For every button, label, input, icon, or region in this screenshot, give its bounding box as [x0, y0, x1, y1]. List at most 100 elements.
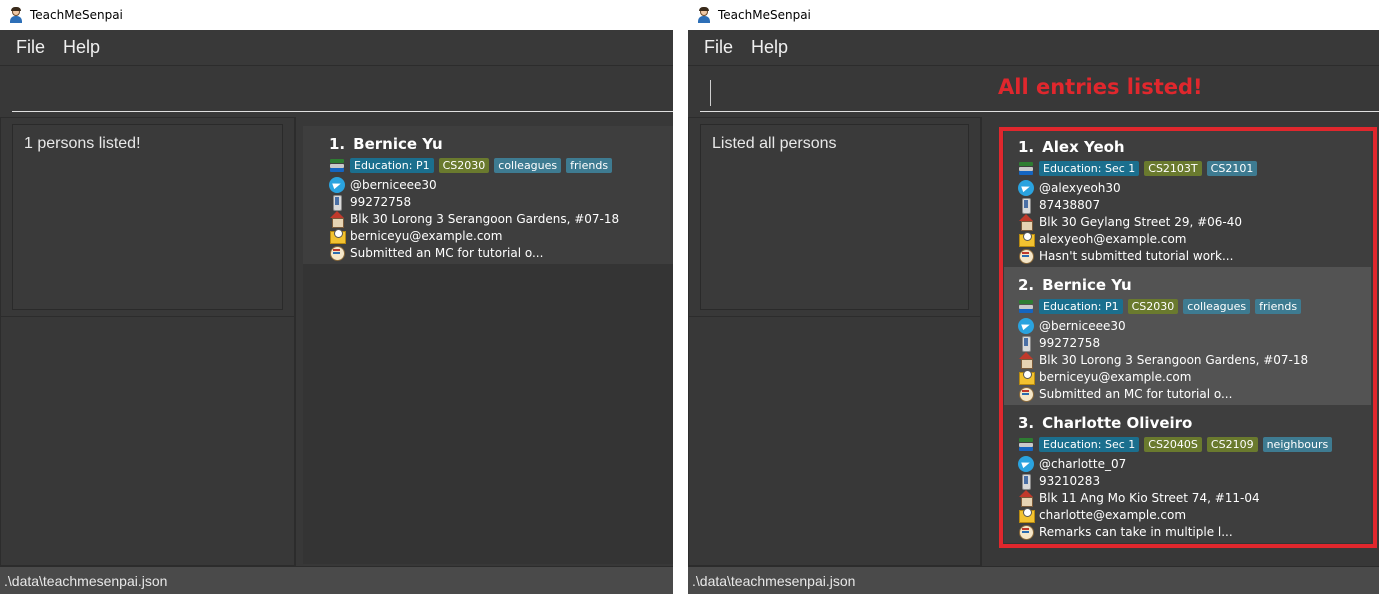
person-index: 2. [1018, 276, 1035, 294]
mail-icon [329, 228, 346, 244]
phone-number: 93210283 [1039, 473, 1101, 488]
tag-row: Education: P1 CS2030 colleagues friends [1018, 295, 1371, 317]
result-panel: 1 persons listed! [0, 117, 295, 317]
telegram-row: @alexyeoh30 [1018, 179, 1371, 196]
result-message: 1 persons listed! [24, 135, 141, 152]
group-tag: neighbours [1262, 436, 1333, 452]
module-tag: CS2103T [1144, 160, 1202, 176]
email: alexyeoh@example.com [1039, 231, 1187, 246]
remark: Submitted an MC for tutorial o... [350, 245, 544, 260]
module-tag: CS2030 [438, 157, 490, 173]
person-name: Charlotte Oliveiro [1042, 414, 1193, 432]
address-row: Blk 11 Ang Mo Kio Street 74, #11-04 [1018, 489, 1371, 507]
menu-help[interactable]: Help [751, 37, 788, 58]
education-book-icon [1018, 298, 1034, 314]
person-name-row: 3. Charlotte Oliveiro [1018, 413, 1371, 433]
address-row: Blk 30 Lorong 3 Serangoon Gardens, #07-1… [329, 210, 673, 228]
mail-icon [1018, 231, 1035, 247]
menu-bar: File Help [0, 30, 673, 65]
menu-file[interactable]: File [16, 37, 45, 58]
mail-icon [1018, 369, 1035, 385]
email-row: alexyeoh@example.com [1018, 230, 1371, 247]
telegram-handle: @charlotte_07 [1039, 456, 1127, 471]
result-panel-filler [0, 317, 295, 566]
address: Blk 30 Lorong 3 Serangoon Gardens, #07-1… [1039, 352, 1309, 367]
tag-row: Education: Sec 1 CS2103T CS2101 [1018, 157, 1371, 179]
result-display: 1 persons listed! [12, 124, 283, 310]
menu-file[interactable]: File [704, 37, 733, 58]
command-input[interactable] [12, 68, 673, 112]
email-row: charlotte@example.com [1018, 506, 1371, 523]
app-avatar-icon [8, 7, 24, 23]
telegram-handle: @berniceee30 [1039, 318, 1126, 333]
education-tag: Education: Sec 1 [1039, 436, 1140, 452]
house-icon [329, 210, 345, 228]
person-index: 1. [329, 135, 346, 153]
person-name-row: 1. Alex Yeoh [1018, 137, 1371, 157]
group-tag: friends [1255, 298, 1302, 314]
person-name: Alex Yeoh [1042, 138, 1125, 156]
email: berniceyu@example.com [1039, 369, 1192, 384]
email: berniceyu@example.com [350, 228, 503, 243]
remark-row: Remarks can take in multiple l... [1018, 523, 1371, 540]
person-card[interactable]: 3. Charlotte Oliveiro Education: Sec 1 C… [1004, 405, 1371, 543]
telegram-icon [1018, 179, 1034, 196]
phone-row: 87438807 [1018, 196, 1371, 214]
phone-row: 93210283 [1018, 472, 1371, 490]
email: charlotte@example.com [1039, 507, 1187, 522]
person-name: Bernice Yu [1042, 276, 1132, 294]
text-caret [710, 80, 711, 106]
app-avatar-icon [696, 7, 712, 23]
person-index: 3. [1018, 414, 1035, 432]
education-tag: Education: Sec 1 [1039, 160, 1140, 176]
person-name-row: 1. Bernice Yu [329, 134, 673, 154]
person-card[interactable]: 1. Bernice Yu Education: P1 CS2030 colle… [303, 126, 673, 264]
email-row: berniceyu@example.com [329, 227, 673, 244]
module-tag: CS2030 [1127, 298, 1179, 314]
tag-row: Education: P1 CS2030 colleagues friends [329, 154, 673, 176]
remark-row: Submitted an MC for tutorial o... [1018, 385, 1371, 402]
app-title: TeachMeSenpai [718, 8, 811, 22]
module-tag: CS2109 [1206, 436, 1258, 452]
email-row: berniceyu@example.com [1018, 368, 1371, 385]
house-icon [1018, 489, 1034, 507]
remark: Submitted an MC for tutorial o... [1039, 386, 1233, 401]
telegram-row: @charlotte_07 [1018, 455, 1371, 472]
house-icon [1018, 213, 1034, 231]
phone-icon [1018, 335, 1034, 352]
data-file-path: .\data\teachmesenpai.json [4, 572, 168, 589]
telegram-handle: @berniceee30 [350, 177, 437, 192]
person-index: 1. [1018, 138, 1035, 156]
person-name: Bernice Yu [353, 135, 443, 153]
remark-icon [1018, 524, 1034, 540]
phone-number: 99272758 [350, 194, 412, 209]
address: Blk 30 Geylang Street 29, #06-40 [1039, 214, 1243, 229]
window-right: TeachMeSenpai File Help All entries list… [688, 0, 1379, 594]
person-list[interactable]: 1. Alex Yeoh Education: Sec 1 CS2103T CS… [1004, 129, 1371, 546]
module-tag: CS2101 [1206, 160, 1258, 176]
education-tag: Education: P1 [350, 157, 434, 173]
telegram-icon [329, 176, 345, 193]
person-card[interactable]: 2. Bernice Yu Education: P1 CS2030 colle… [1004, 267, 1371, 405]
person-card[interactable]: 1. Alex Yeoh Education: Sec 1 CS2103T CS… [1004, 129, 1371, 267]
telegram-row: @berniceee30 [1018, 317, 1371, 334]
person-list-panel: 1. Alex Yeoh Education: Sec 1 CS2103T CS… [981, 117, 1379, 566]
tag-row: Education: Sec 1 CS2040S CS2109 neighbou… [1018, 433, 1371, 455]
group-tag: colleagues [494, 157, 562, 173]
module-tag: CS2040S [1144, 436, 1202, 452]
data-file-path: .\data\teachmesenpai.json [692, 572, 856, 589]
remark: Hasn't submitted tutorial work... [1039, 248, 1234, 263]
telegram-handle: @alexyeoh30 [1039, 180, 1121, 195]
result-panel: Listed all persons [688, 117, 981, 317]
address: Blk 30 Lorong 3 Serangoon Gardens, #07-1… [350, 211, 620, 226]
group-tag: friends [566, 157, 613, 173]
app-title: TeachMeSenpai [30, 8, 123, 22]
command-area: All entries listed! [688, 65, 1379, 117]
remark-icon [1018, 386, 1034, 402]
remark-row: Hasn't submitted tutorial work... [1018, 247, 1371, 264]
person-list[interactable]: 1. Bernice Yu Education: P1 CS2030 colle… [303, 126, 673, 564]
education-book-icon [329, 157, 345, 173]
menu-help[interactable]: Help [63, 37, 100, 58]
menu-bar: File Help [688, 30, 1379, 65]
telegram-icon [1018, 317, 1034, 334]
